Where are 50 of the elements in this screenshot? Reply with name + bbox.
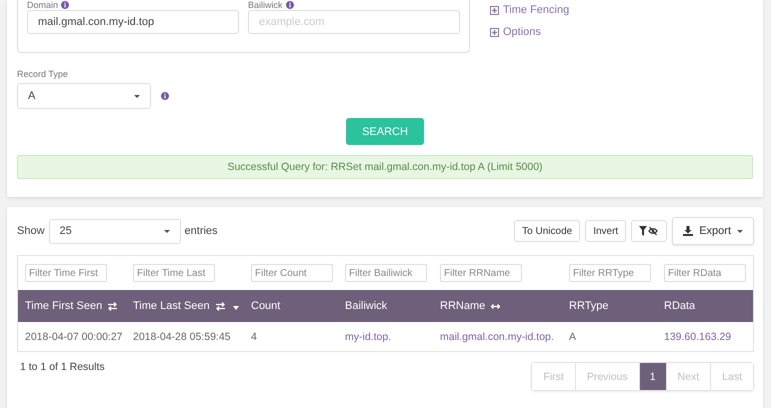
filter-field[interactable]: Filter Count	[251, 264, 333, 282]
expand-link[interactable]: Time Fencing	[490, 4, 570, 16]
domain-field[interactable]: mail.gmal.con.my-id.top	[27, 10, 239, 34]
export-button[interactable]: Export	[672, 217, 754, 245]
plus-square-icon	[490, 28, 499, 36]
sort-icon[interactable]	[107, 302, 118, 310]
filter-field[interactable]: Filter RData	[664, 264, 746, 282]
sort-descending-icon[interactable]	[232, 306, 239, 310]
entries-label: entries	[184, 225, 218, 237]
success-alert: Successful Query for: RRSet mail.gmal.con.my-id.top A (Limit 5000)	[17, 155, 753, 179]
table-cell-link[interactable]: 139.60.163.29	[664, 330, 753, 342]
show-label: Show	[17, 225, 45, 237]
field-label: Bailiwick	[248, 0, 283, 10]
table-cell-text: A	[569, 330, 578, 342]
filter-field[interactable]: Filter Time First	[25, 264, 107, 282]
column-header[interactable]: RRType	[569, 300, 609, 312]
caret-icon	[134, 94, 140, 98]
filter-field[interactable]: Filter Time Last	[133, 264, 215, 282]
expand-icon[interactable]	[490, 302, 502, 310]
info-icon	[161, 92, 169, 100]
page-button[interactable]: 1	[638, 363, 666, 390]
column-header[interactable]: Bailiwick	[345, 300, 388, 312]
toolbar-button[interactable]: To Unicode	[514, 220, 580, 242]
table-cell-text: 2018-04-28 05:59:45	[133, 330, 232, 342]
record-type-select[interactable]: A	[17, 83, 151, 109]
column-header[interactable]: Count	[251, 300, 280, 312]
filter-field[interactable]: Filter RRType	[569, 264, 651, 282]
plus-square-icon	[490, 6, 499, 14]
table-cell-text: 4	[251, 330, 258, 342]
field-label: Record Type	[17, 69, 69, 79]
column-header[interactable]: Time Last Seen	[133, 300, 210, 312]
filter-hidden-icon	[639, 226, 660, 236]
field-label: Domain	[27, 0, 58, 10]
column-header[interactable]: Time First Seen	[25, 300, 102, 312]
filter-field[interactable]: Filter RRName	[440, 264, 522, 282]
caret-icon	[164, 230, 170, 232]
results-summary: 1 to 1 of 1 Results	[19, 361, 105, 373]
table-cell-link[interactable]: my-id.top.	[345, 330, 440, 342]
column-header[interactable]: RData	[664, 300, 696, 312]
entries-select[interactable]: 25	[48, 218, 181, 244]
download-icon	[683, 226, 694, 236]
caret-icon	[737, 230, 743, 232]
column-header[interactable]: RRName	[440, 300, 486, 312]
filter-toggle-button[interactable]	[631, 220, 668, 242]
sort-icon[interactable]	[214, 302, 226, 310]
filter-field[interactable]: Filter Bailiwick	[345, 264, 427, 282]
table-cell-link[interactable]: mail.gmal.con.my-id.top.	[440, 330, 569, 342]
table-cell-text: 2018-04-07 00:00:27	[25, 330, 124, 342]
expand-link[interactable]: Options	[490, 26, 570, 38]
toolbar-button[interactable]: Invert	[585, 220, 626, 242]
